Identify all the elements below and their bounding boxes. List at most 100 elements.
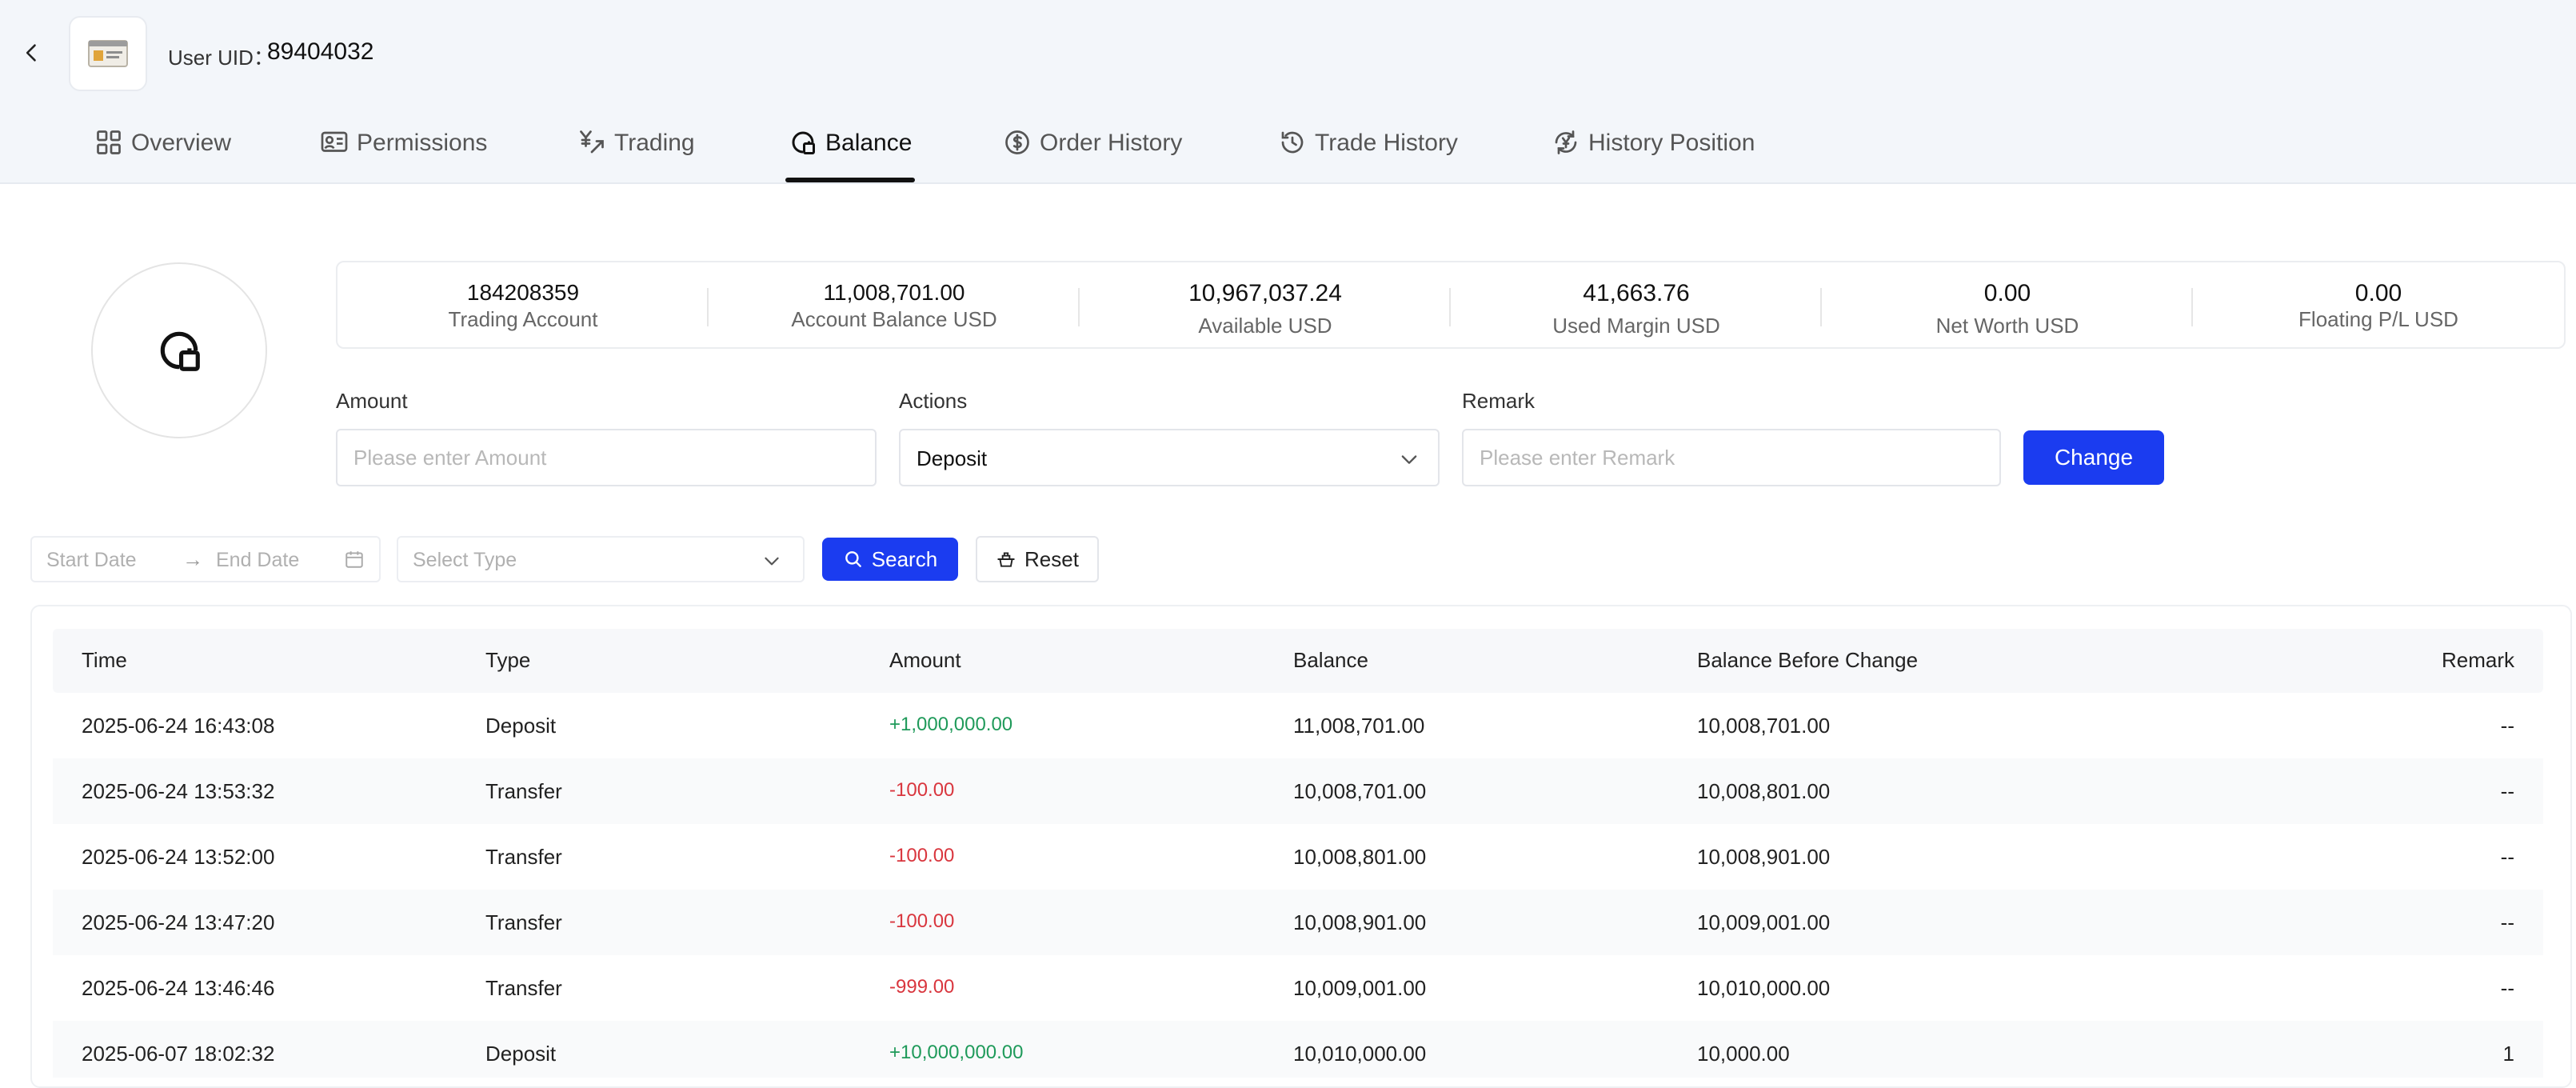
tab-order-history[interactable]: Order History: [1003, 120, 1182, 182]
stat-account-balance: 11,008,701.00 Account Balance USD: [709, 262, 1080, 347]
cell-type: Transfer: [485, 976, 562, 1000]
cell-type: Transfer: [485, 779, 562, 803]
actions-select[interactable]: Deposit: [899, 429, 1440, 486]
stat-value: 41,663.76: [1583, 280, 1690, 306]
cell-balance: 10,009,001.00: [1293, 976, 1427, 1000]
tab-balance[interactable]: Balance: [785, 120, 916, 182]
stat-label: Available USD: [1198, 314, 1332, 338]
cell-balance: 11,008,701.00: [1293, 714, 1425, 738]
remark-label: Remark: [1462, 389, 1536, 413]
balance-avatar: [91, 262, 267, 438]
cell-type: Transfer: [485, 845, 562, 869]
column-header-type: Type: [485, 648, 531, 672]
cell-balance: 10,008,701.00: [1293, 779, 1427, 803]
cell-remark: --: [2500, 714, 2514, 738]
cell-time: 2025-06-07 18:02:32: [82, 1042, 275, 1066]
stat-value: 0.00: [1983, 280, 2031, 306]
cell-time: 2025-06-24 13:52:00: [82, 845, 275, 869]
tab-trading[interactable]: Trading: [577, 120, 695, 182]
search-button[interactable]: Search: [822, 538, 958, 581]
clock-history-icon: [1281, 131, 1304, 154]
stat-floating-pl: 0.00 Floating P/L USD: [2193, 262, 2564, 347]
stat-label: Account Balance USD: [791, 307, 997, 331]
cell-remark: --: [2500, 845, 2514, 869]
cell-amount: -100.00: [889, 779, 955, 801]
account-stats-panel: 184208359 Trading Account 11,008,701.00 …: [336, 261, 2566, 349]
tab-label: Permissions: [357, 130, 488, 156]
tab-label: Trading: [614, 130, 695, 156]
cell-amount: -100.00: [889, 845, 955, 866]
cell-type: Deposit: [485, 1042, 557, 1066]
column-header-time: Time: [82, 648, 127, 672]
stat-label: Floating P/L USD: [2298, 307, 2458, 331]
chevron-down-icon: [765, 557, 779, 566]
date-range-picker[interactable]: Start Date → End Date: [30, 536, 381, 582]
stat-label: Used Margin USD: [1552, 314, 1720, 338]
cell-balance-before: 10,010,000.00: [1697, 976, 1831, 1000]
cell-balance-before: 10,008,701.00: [1697, 714, 1831, 738]
stat-value: 0.00: [2354, 280, 2402, 306]
cell-amount: -999.00: [889, 976, 955, 998]
cell-remark: 1: [2502, 1042, 2514, 1066]
cell-type: Deposit: [485, 714, 557, 738]
tab-label: Balance: [825, 130, 913, 156]
cell-balance-before: 10,009,001.00: [1697, 910, 1831, 934]
table-row[interactable]: 2025-06-07 18:02:32 Deposit +10,000,000.…: [53, 1021, 2543, 1078]
tab-permissions[interactable]: Permissions: [320, 120, 487, 182]
table-row[interactable]: 2025-06-24 13:52:00 Transfer -100.00 10,…: [53, 824, 2543, 890]
stat-available: 10,967,037.24 Available USD: [1080, 262, 1451, 347]
table-row[interactable]: 2025-06-24 16:43:08 Deposit +1,000,000.0…: [53, 693, 2543, 758]
cell-amount: +10,000,000.00: [889, 1042, 1024, 1063]
end-date-input[interactable]: End Date: [216, 549, 299, 572]
reset-button-label: Reset: [1024, 546, 1079, 571]
table-row[interactable]: 2025-06-24 13:46:46 Transfer -999.00 10,…: [53, 955, 2543, 1021]
tab-trade-history[interactable]: Trade History: [1278, 120, 1458, 182]
table-row[interactable]: 2025-06-24 13:47:20 Transfer -100.00 10,…: [53, 890, 2543, 955]
cell-remark: --: [2500, 779, 2514, 803]
table-header: Time Type Amount Balance Balance Before …: [53, 629, 2543, 693]
cell-balance-before: 10,008,801.00: [1697, 779, 1831, 803]
cell-time: 2025-06-24 16:43:08: [82, 714, 275, 738]
stat-net-worth: 0.00 Net Worth USD: [1822, 262, 2193, 347]
table-row[interactable]: 2025-06-24 13:53:32 Transfer -100.00 10,…: [53, 758, 2543, 824]
change-button[interactable]: Change: [2023, 430, 2164, 485]
trade-icon: [580, 130, 604, 154]
reset-button[interactable]: Reset: [976, 536, 1099, 582]
back-button[interactable]: [18, 38, 46, 67]
cell-balance: 10,008,901.00: [1293, 910, 1427, 934]
range-arrow: →: [182, 547, 203, 571]
user-uid-value: 89404032: [267, 38, 374, 65]
balance-icon: [160, 331, 200, 371]
tab-overview[interactable]: Overview: [94, 120, 231, 182]
stat-trading-account: 184208359 Trading Account: [337, 262, 709, 347]
calendar-icon: [345, 551, 363, 568]
cell-amount: +1,000,000.00: [889, 714, 1013, 735]
cell-time: 2025-06-24 13:47:20: [82, 910, 275, 934]
column-header-remark: Remark: [2441, 648, 2514, 672]
dollar-circle-icon: [1005, 130, 1029, 154]
cell-balance: 10,010,000.00: [1293, 1042, 1427, 1066]
cell-balance-before: 10,000.00: [1697, 1042, 1790, 1066]
actions-label: Actions: [899, 389, 968, 413]
remark-input[interactable]: [1462, 429, 2001, 486]
chevron-left-icon: [26, 44, 36, 62]
tab-history-position[interactable]: History Position: [1552, 120, 1755, 182]
chevron-down-icon: [1401, 455, 1417, 464]
type-select-placeholder: Select Type: [413, 549, 517, 571]
search-icon: [845, 551, 861, 567]
cell-remark: --: [2500, 910, 2514, 934]
stat-value: 10,967,037.24: [1188, 280, 1342, 306]
actions-selected-value: Deposit: [917, 446, 988, 470]
stat-value: 11,008,701.00: [823, 280, 965, 305]
cell-time: 2025-06-24 13:53:32: [82, 779, 275, 803]
tab-label: Overview: [131, 130, 232, 156]
account-logo: [69, 16, 147, 91]
type-select[interactable]: Select Type: [397, 536, 805, 582]
amount-input[interactable]: [336, 429, 877, 486]
balance-icon: [792, 131, 815, 154]
change-button-label: Change: [2054, 445, 2134, 470]
start-date-input[interactable]: Start Date: [46, 549, 137, 572]
cell-amount: -100.00: [889, 910, 955, 932]
tab-label: History Position: [1588, 130, 1755, 156]
column-header-balance: Balance: [1293, 648, 1368, 672]
